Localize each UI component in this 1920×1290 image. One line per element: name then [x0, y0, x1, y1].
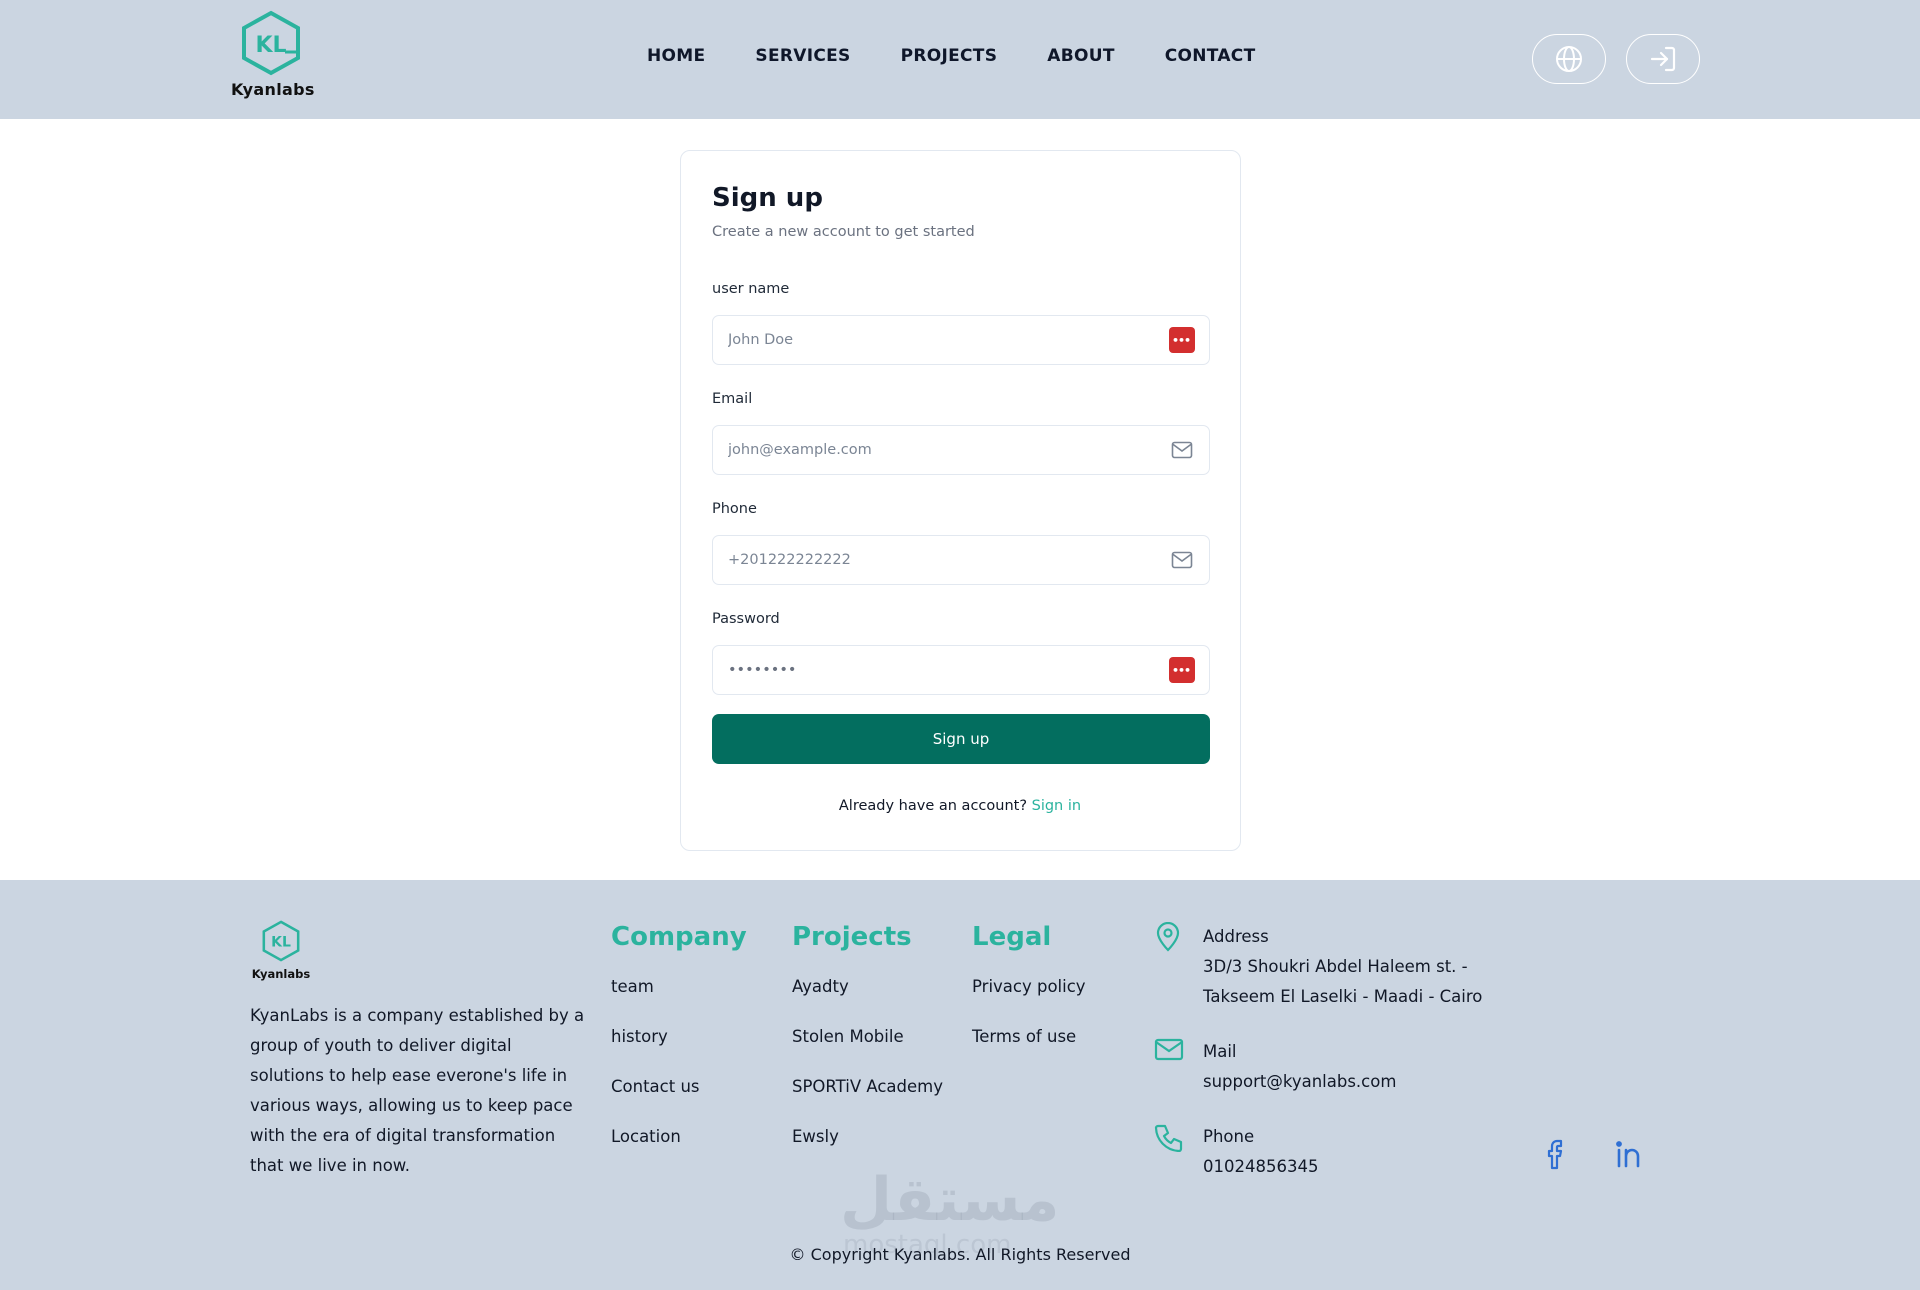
mail-value[interactable]: support@kyanlabs.com: [1203, 1067, 1396, 1097]
footer-link-sportiv-academy[interactable]: SPORTiV Academy: [792, 1077, 943, 1096]
site-header: KL Kyanlabs HOME SERVICES PROJECTS ABOUT…: [0, 0, 1920, 119]
email-label: Email: [712, 391, 753, 407]
footer-legal-title: Legal: [972, 922, 1052, 952]
nav-services[interactable]: SERVICES: [755, 46, 850, 66]
linkedin-link[interactable]: [1614, 1138, 1646, 1174]
signup-submit-button[interactable]: Sign up: [712, 714, 1210, 764]
footer-description: KyanLabs is a company established by a g…: [250, 1006, 585, 1175]
nav-home[interactable]: HOME: [647, 46, 705, 66]
footer-link-location[interactable]: Location: [611, 1127, 747, 1146]
footer-link-ewsly[interactable]: Ewsly: [792, 1127, 943, 1146]
password-manager-icon[interactable]: •••: [1169, 327, 1195, 353]
signup-card: Sign up Create a new account to get star…: [680, 150, 1241, 851]
address-line-1: 3D/3 Shoukri Abdel Haleem st. -: [1203, 957, 1468, 976]
mail-icon: [1169, 548, 1195, 572]
linkedin-icon: [1616, 1141, 1640, 1168]
email-input[interactable]: [728, 426, 1148, 473]
footer-link-team[interactable]: team: [611, 977, 747, 996]
email-field-wrapper: [712, 425, 1210, 475]
mail-icon: [1154, 1038, 1184, 1061]
phone-value[interactable]: 01024856345: [1203, 1152, 1318, 1182]
footer-logo-text: Kyanlabs: [251, 967, 311, 981]
footer-company-title: Company: [611, 922, 747, 952]
nav-about[interactable]: ABOUT: [1047, 46, 1114, 66]
address-line-2: Takseem El Laselki - Maadi - Cairo: [1203, 987, 1483, 1006]
address-label: Address: [1203, 927, 1269, 946]
logo-text: Kyanlabs: [231, 80, 315, 99]
footer-link-ayadty[interactable]: Ayadty: [792, 977, 943, 996]
password-input[interactable]: [728, 646, 1148, 693]
footer-legal-column: Legal Privacy policy Terms of use: [972, 922, 1086, 1077]
mail-icon: [1169, 438, 1195, 462]
footer-logo-monogram: KL: [271, 935, 291, 951]
username-input[interactable]: [728, 316, 1148, 363]
footer-link-history[interactable]: history: [611, 1027, 747, 1046]
header-logo[interactable]: KL Kyanlabs: [231, 10, 315, 99]
phone-field-wrapper: [712, 535, 1210, 585]
footer-logo[interactable]: KL Kyanlabs: [248, 920, 314, 981]
phone-label: Phone: [1203, 1127, 1255, 1146]
footer-link-terms-of-use[interactable]: Terms of use: [972, 1027, 1086, 1046]
password-manager-icon[interactable]: •••: [1169, 657, 1195, 683]
footer-link-stolen-mobile[interactable]: Stolen Mobile: [792, 1027, 943, 1046]
globe-icon: [1556, 46, 1582, 72]
facebook-link[interactable]: [1542, 1138, 1566, 1174]
already-text: Already have an account?: [838, 798, 1028, 814]
footer-link-privacy-policy[interactable]: Privacy policy: [972, 977, 1086, 996]
kl-hexagon-logo-icon: KL: [242, 10, 300, 76]
footer-company-column: Company team history Contact us Location: [611, 922, 747, 1177]
phone-input[interactable]: [728, 536, 1148, 583]
kl-hexagon-logo-icon: KL: [262, 920, 300, 962]
signin-link[interactable]: Sign in: [1032, 798, 1081, 814]
mail-label: Mail: [1203, 1042, 1237, 1061]
footer-projects-title: Projects: [792, 922, 912, 952]
facebook-icon: [1547, 1139, 1563, 1170]
site-footer: KL Kyanlabs KyanLabs is a company establ…: [0, 880, 1920, 1290]
password-label: Password: [712, 611, 780, 627]
login-button[interactable]: [1626, 34, 1700, 84]
nav-projects[interactable]: PROJECTS: [901, 46, 998, 66]
phone-label: Phone: [712, 501, 757, 517]
logo-monogram: KL: [255, 33, 286, 58]
username-label: user name: [712, 281, 790, 297]
copyright: © Copyright Kyanlabs. All Rights Reserve…: [789, 1245, 1131, 1264]
footer-link-contact-us[interactable]: Contact us: [611, 1077, 747, 1096]
location-pin-icon: [1156, 922, 1180, 952]
form-subtitle: Create a new account to get started: [712, 224, 975, 240]
sign-in-icon: [1650, 46, 1676, 72]
username-field-wrapper: •••: [712, 315, 1210, 365]
phone-icon: [1154, 1124, 1183, 1152]
signin-prompt: Already have an account? Sign in: [681, 798, 1239, 814]
form-title: Sign up: [712, 183, 823, 213]
main-nav: HOME SERVICES PROJECTS ABOUT CONTACT: [647, 46, 1305, 66]
nav-contact[interactable]: CONTACT: [1165, 46, 1256, 66]
language-button[interactable]: [1532, 34, 1606, 84]
password-field-wrapper: •••: [712, 645, 1210, 695]
watermark: مستقل: [840, 1165, 1060, 1235]
footer-projects-column: Projects Ayadty Stolen Mobile SPORTiV Ac…: [792, 922, 943, 1177]
